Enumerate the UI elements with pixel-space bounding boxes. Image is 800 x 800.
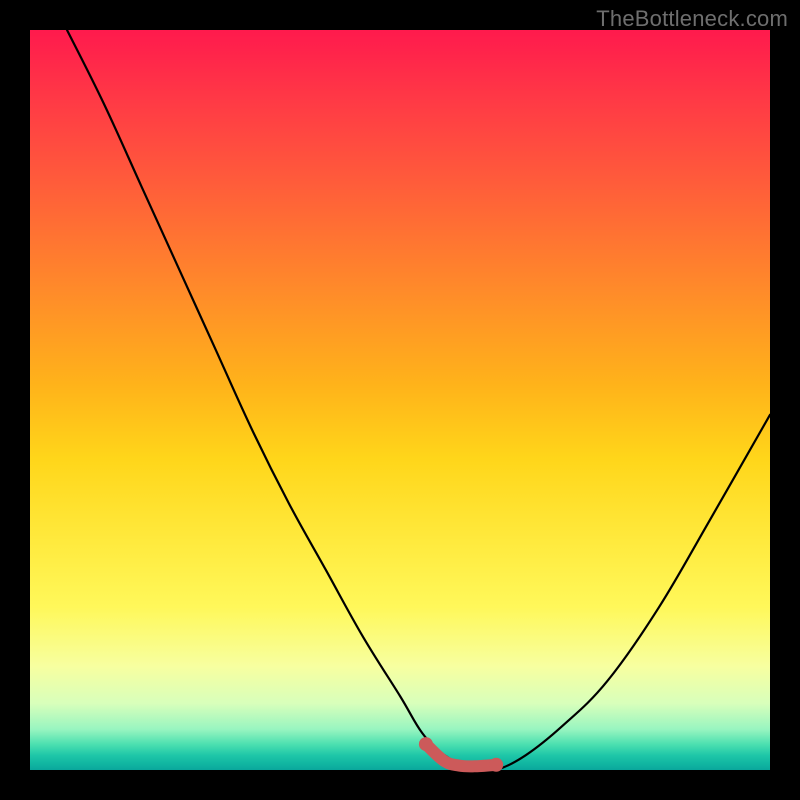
chart-plot-area bbox=[30, 30, 770, 770]
optimal-range-marker bbox=[426, 744, 496, 766]
bottleneck-curve bbox=[67, 30, 770, 772]
optimal-range-start-dot bbox=[419, 737, 433, 751]
watermark-text: TheBottleneck.com bbox=[596, 6, 788, 32]
optimal-range-end-dot bbox=[489, 758, 503, 772]
chart-svg bbox=[30, 30, 770, 770]
outer-frame: TheBottleneck.com bbox=[0, 0, 800, 800]
